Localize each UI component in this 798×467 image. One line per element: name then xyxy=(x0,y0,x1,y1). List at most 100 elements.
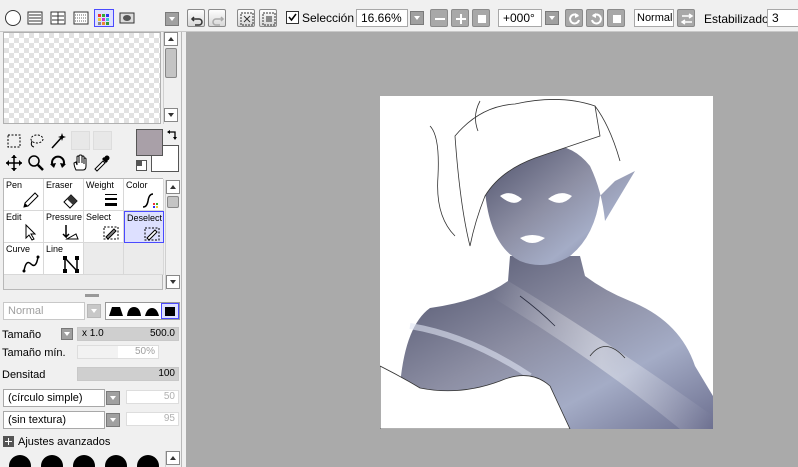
toolbar-dropdown-icon[interactable] xyxy=(165,12,179,26)
size-label: Tamaño xyxy=(2,329,42,341)
shape-amount-slider[interactable]: 50 xyxy=(126,390,179,404)
canvas-workspace[interactable] xyxy=(186,32,798,467)
layout-1-icon[interactable] xyxy=(26,10,44,26)
brush-eraser[interactable]: Eraser xyxy=(44,179,84,211)
rotation-dropdown-icon[interactable] xyxy=(545,11,559,25)
zoom-reset-button[interactable] xyxy=(472,9,490,27)
rotate-icon[interactable] xyxy=(49,154,67,172)
magic-wand-icon[interactable] xyxy=(49,132,67,150)
size-preset-dot[interactable] xyxy=(105,455,127,467)
zoom-field[interactable]: 16.66% xyxy=(356,9,408,27)
size-preset-dot[interactable] xyxy=(41,455,63,467)
brush-size-presets xyxy=(3,453,163,467)
brush-deselect[interactable]: Deselect xyxy=(124,211,164,243)
reset-colors-icon[interactable] xyxy=(136,160,147,171)
brush-label: Select xyxy=(86,212,112,222)
size-slider[interactable]: x 1.0 500.0 xyxy=(77,327,179,341)
brush-texture-field[interactable]: (sin textura) xyxy=(3,411,105,429)
min-size-value: 50% xyxy=(134,346,155,357)
zoom-in-button[interactable] xyxy=(451,9,469,27)
zoom-icon[interactable] xyxy=(27,154,45,172)
edit-icon xyxy=(25,223,37,241)
min-size-slider[interactable]: 50% xyxy=(77,345,159,359)
shape-amount-value: 50 xyxy=(163,391,175,402)
scroll-up-button[interactable] xyxy=(164,32,178,46)
size-multiplier-dropdown-icon[interactable] xyxy=(61,328,73,340)
brush-blend-dropdown-icon[interactable] xyxy=(87,304,101,318)
advanced-settings-label[interactable]: Ajustes avanzados xyxy=(18,436,110,448)
lasso-icon[interactable] xyxy=(27,132,45,150)
hand-icon[interactable] xyxy=(71,154,89,172)
rotate-left-button[interactable] xyxy=(565,9,583,27)
density-label: Densitad xyxy=(2,369,46,381)
stabilizer-field[interactable]: 3 xyxy=(767,9,798,27)
scroll-thumb[interactable] xyxy=(165,48,177,78)
shape-round-icon[interactable] xyxy=(126,304,142,318)
density-value: 100 xyxy=(158,368,175,379)
blend-mode-field[interactable]: Normal xyxy=(634,9,674,27)
scroll-thumb[interactable] xyxy=(167,196,179,208)
color-icon xyxy=(142,193,158,208)
brush-shape-dropdown-icon[interactable] xyxy=(106,391,120,405)
undo-button[interactable] xyxy=(187,9,205,27)
redo-button[interactable] xyxy=(208,9,226,27)
deselect-icon xyxy=(144,227,160,241)
curve-icon xyxy=(22,255,40,273)
rotate-right-button[interactable] xyxy=(586,9,604,27)
size-preset-dot[interactable] xyxy=(9,455,31,467)
brush-shape-field[interactable]: (círculo simple) xyxy=(3,389,105,407)
brush-pen[interactable]: Pen xyxy=(4,179,44,211)
scroll-up-button[interactable] xyxy=(166,451,180,465)
brush-color[interactable]: Color xyxy=(124,179,164,211)
panel-splitter[interactable] xyxy=(85,294,99,297)
brush-texture-dropdown-icon[interactable] xyxy=(106,413,120,427)
scroll-down-button[interactable] xyxy=(164,108,178,122)
size-preset-dot[interactable] xyxy=(137,455,159,467)
brush-curve[interactable]: Curve xyxy=(4,243,44,275)
layout-2-icon[interactable] xyxy=(49,10,67,26)
shape-flat-icon[interactable] xyxy=(108,304,124,318)
navigator-view-icon[interactable] xyxy=(118,10,136,26)
flip-horizontal-button[interactable] xyxy=(677,9,695,27)
density-slider[interactable]: 100 xyxy=(77,367,179,381)
brush-scrollbar[interactable] xyxy=(165,180,180,290)
scroll-up-button[interactable] xyxy=(166,180,180,194)
brush-select[interactable]: Select xyxy=(84,211,124,243)
selection-label[interactable]: Selección xyxy=(302,11,354,25)
shape-square-icon[interactable] xyxy=(161,303,179,319)
size-preset-dot[interactable] xyxy=(73,455,95,467)
circle-view-icon[interactable] xyxy=(5,10,21,26)
texture-amount-slider[interactable]: 95 xyxy=(126,412,179,426)
brush-line[interactable]: Line xyxy=(44,243,84,275)
top-toolbar: Selección 16.66% +000° Normal Estabiliza… xyxy=(0,0,798,32)
scroll-down-button[interactable] xyxy=(166,275,180,289)
brush-settings-scrollbar[interactable] xyxy=(165,451,180,467)
brush-pressure[interactable]: Pressure xyxy=(44,211,84,243)
canvas[interactable] xyxy=(380,96,713,429)
rotate-reset-button[interactable] xyxy=(607,9,625,27)
rotation-field[interactable]: +000° xyxy=(498,9,542,27)
selection-checkbox[interactable] xyxy=(286,11,299,24)
invert-selection-button[interactable] xyxy=(259,9,277,27)
shape-soft-icon[interactable] xyxy=(144,304,160,318)
brush-edit[interactable]: Edit xyxy=(4,211,44,243)
brush-blend-mode-field[interactable]: Normal xyxy=(3,302,85,320)
clear-selection-button[interactable] xyxy=(237,9,255,27)
move-icon[interactable] xyxy=(5,154,23,172)
primary-color-swatch[interactable] xyxy=(136,129,163,156)
select-icon xyxy=(103,226,119,240)
brush-label: Line xyxy=(46,244,64,254)
line-icon xyxy=(63,256,79,273)
navigator-preview[interactable] xyxy=(3,32,161,124)
advanced-settings-toggle-icon[interactable] xyxy=(3,436,14,447)
navigator-scrollbar[interactable] xyxy=(163,32,178,124)
swap-colors-icon[interactable] xyxy=(165,129,179,143)
layout-3-icon[interactable] xyxy=(72,10,90,26)
zoom-out-button[interactable] xyxy=(430,9,448,27)
zoom-dropdown-icon[interactable] xyxy=(410,11,424,25)
rect-select-icon[interactable] xyxy=(5,132,23,150)
brush-slot-empty xyxy=(124,243,164,275)
eyedropper-icon[interactable] xyxy=(93,154,111,172)
brush-weight[interactable]: Weight xyxy=(84,179,124,211)
color-palette-icon[interactable] xyxy=(94,9,114,27)
